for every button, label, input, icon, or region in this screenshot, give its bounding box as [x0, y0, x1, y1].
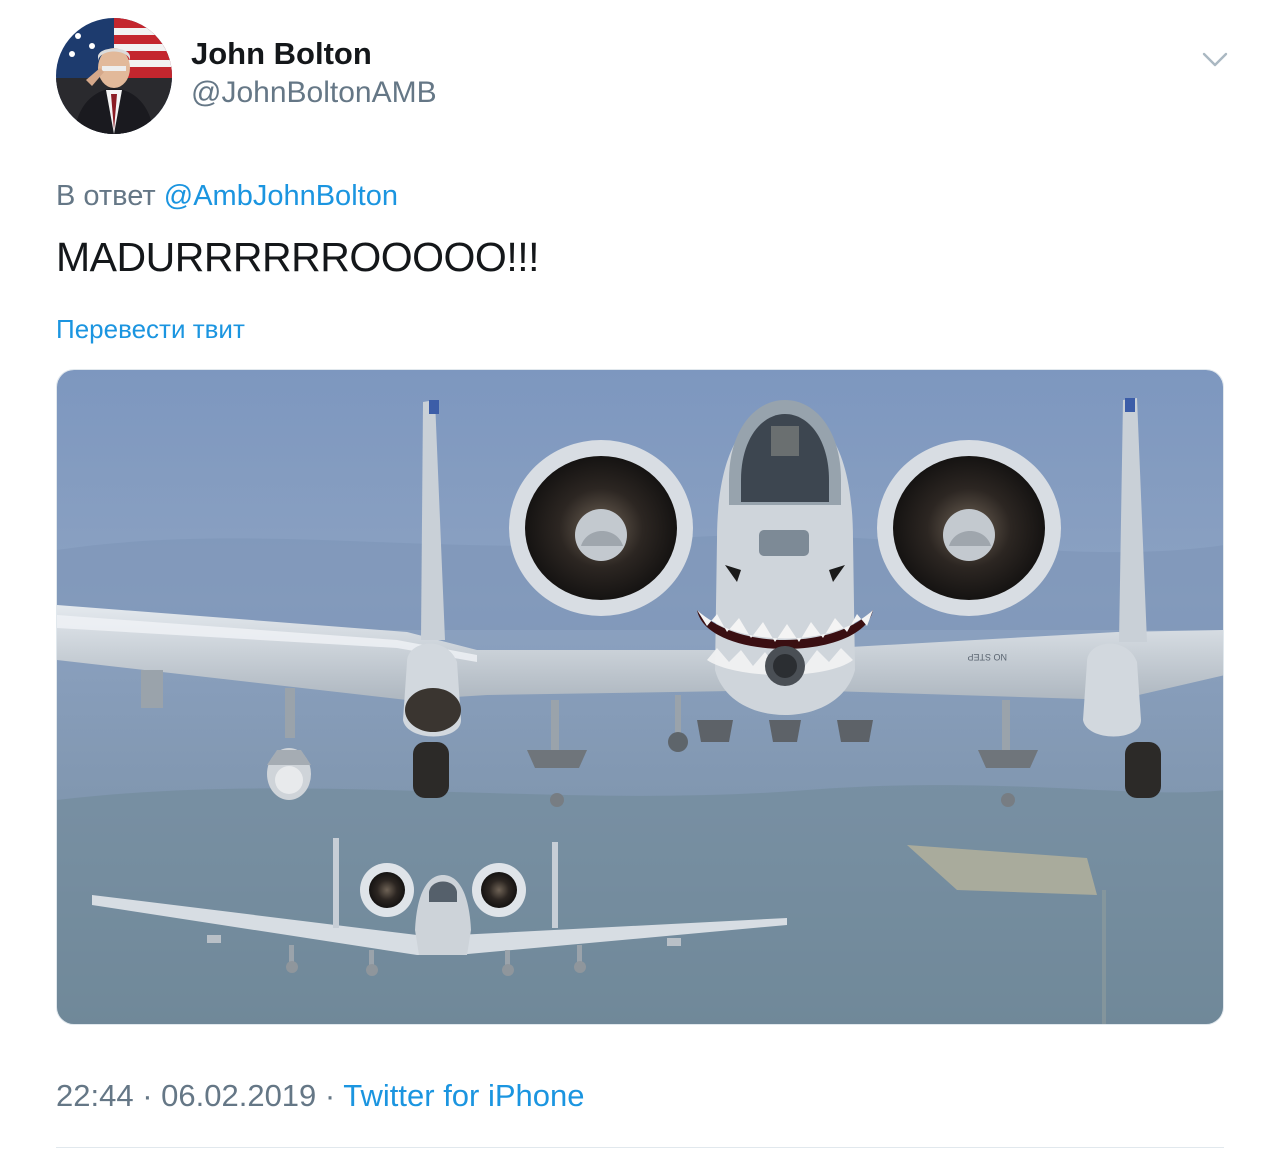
tweet: John Bolton @JohnBoltonAMB В ответ @AmbJ…: [0, 0, 1280, 1158]
no-step-marking: NO STEP: [967, 652, 1007, 662]
meta-separator: ·: [316, 1078, 344, 1113]
tweet-source-link[interactable]: Twitter for iPhone: [343, 1078, 584, 1113]
tweet-photo[interactable]: NO STEP: [56, 369, 1224, 1025]
reply-mention-link[interactable]: @AmbJohnBolton: [164, 180, 398, 212]
aircraft-photo: NO STEP: [57, 370, 1223, 1024]
meta-separator: ·: [133, 1078, 162, 1113]
divider: [56, 1147, 1224, 1148]
translate-tweet-link[interactable]: Перевести твит: [56, 314, 245, 345]
reply-context: В ответ @AmbJohnBolton: [56, 180, 398, 213]
tweet-text: MADURRRRRROOOOO!!!: [56, 234, 540, 280]
author-name[interactable]: John Bolton: [191, 36, 372, 72]
author-handle[interactable]: @JohnBoltonAMB: [191, 76, 437, 110]
tweet-time: 22:44: [56, 1078, 134, 1113]
author-avatar[interactable]: [56, 18, 172, 134]
tweet-meta: 22:44 · 06.02.2019 · Twitter for iPhone: [56, 1078, 585, 1114]
reply-prefix: В ответ: [56, 180, 156, 212]
avatar-photo-icon: [56, 18, 172, 134]
tweet-date: 06.02.2019: [161, 1078, 317, 1113]
chevron-down-icon[interactable]: [1198, 46, 1232, 74]
